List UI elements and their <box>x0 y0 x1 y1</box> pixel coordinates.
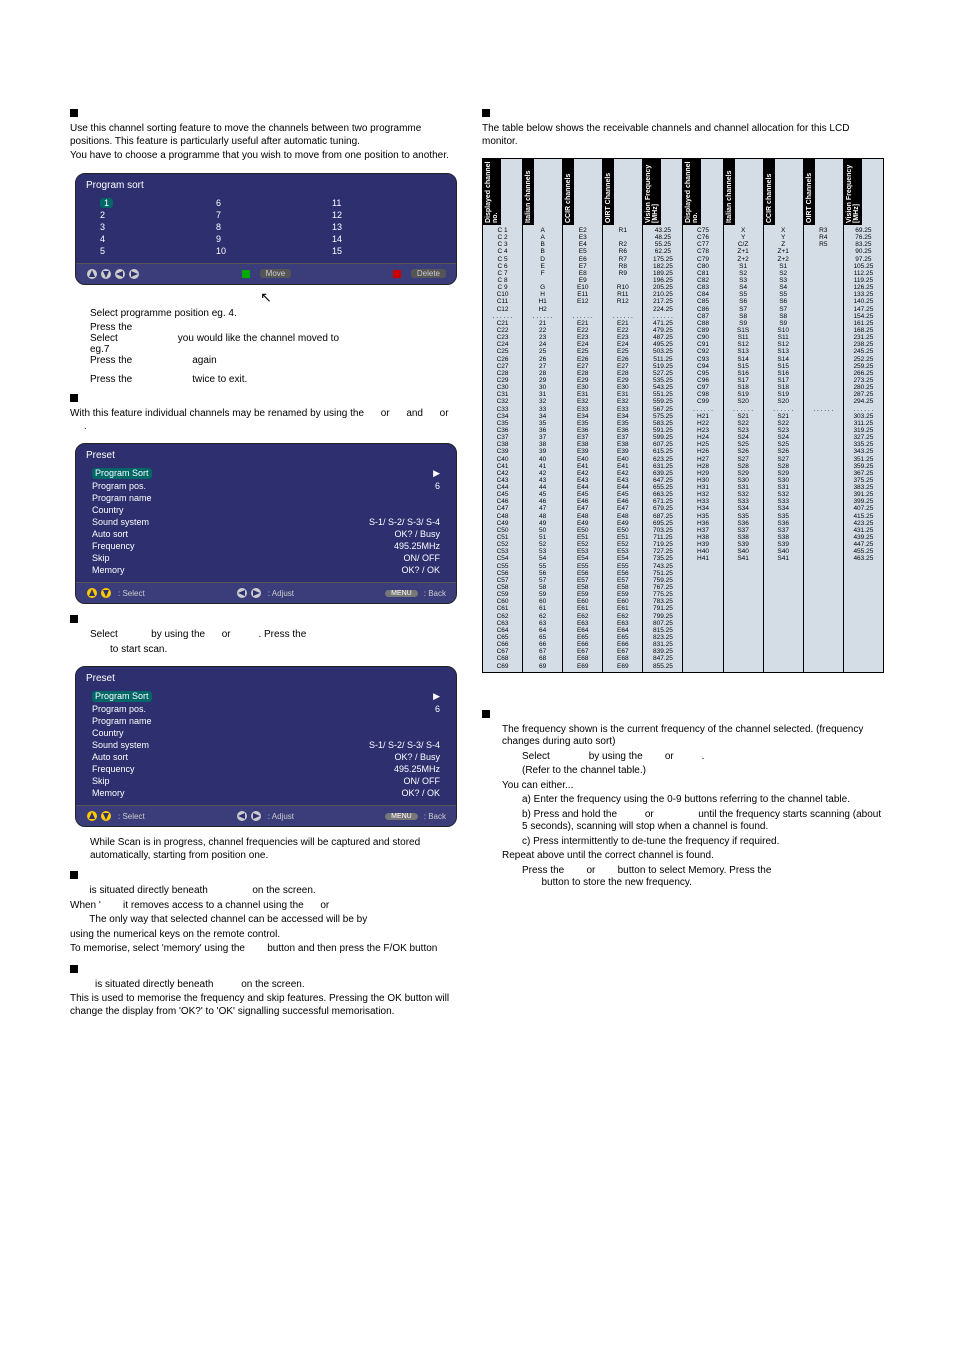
osd-preset-1: Preset Program Sort▶Program pos.6Program… <box>75 443 457 604</box>
osd-program-sort: Program sort 1 6 11 2712 3813 4914 51015 <box>75 173 457 285</box>
nav-arrows-icon <box>86 268 140 280</box>
sort-para-2: You have to choose a programme that you … <box>70 150 462 163</box>
osd-sort-grid: 1 6 11 2712 3813 4914 51015 <box>92 197 440 257</box>
freq-intro: The frequency shown is the current frequ… <box>502 724 884 749</box>
osd-move-button[interactable]: Move <box>260 269 292 278</box>
auto-sort-line: Select by using the or . Press the <box>90 629 462 642</box>
sort-step-select: Select programme position eg. 4. <box>90 308 462 321</box>
sort-step-press1: Press the <box>90 322 462 333</box>
name-para: With this feature individual channels ma… <box>70 408 462 433</box>
cursor-icon: ↖ <box>70 289 462 306</box>
chtable-intro: The table below shows the receivable cha… <box>482 123 884 148</box>
right-column: The table below shows the receivable cha… <box>472 100 894 1020</box>
osd-preset-2: Preset Program Sort▶Program pos.6Program… <box>75 666 457 827</box>
osd-delete-button[interactable]: Delete <box>411 269 446 278</box>
osd-preset-title: Preset <box>76 444 456 463</box>
osd-sort-title: Program sort <box>76 174 456 193</box>
sort-para-1: Use this channel sorting feature to move… <box>70 123 462 148</box>
left-column: Use this channel sorting feature to move… <box>60 100 472 1020</box>
auto-scan-note: While Scan is in progress, channel frequ… <box>90 837 462 862</box>
channel-table: Displayed channel no.C 1 C 2 C 3 C 4 C 5… <box>482 158 884 673</box>
memory-para: This is used to memorise the frequency a… <box>70 993 462 1018</box>
